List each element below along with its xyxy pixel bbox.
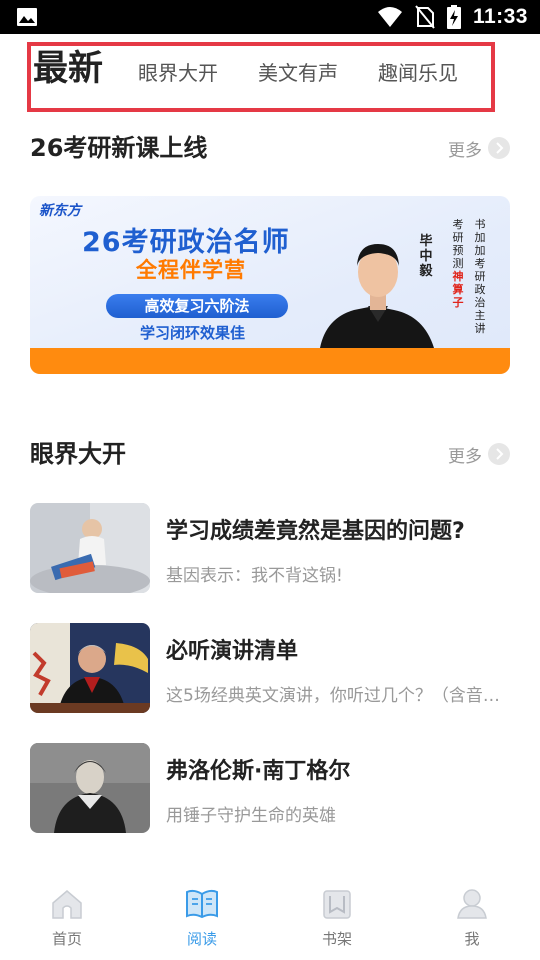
no-sim-icon: [415, 5, 435, 29]
wifi-icon: [377, 7, 402, 27]
article-title: 学习成绩差竟然是基因的问题?: [166, 519, 465, 544]
article-desc: 基因表示：我不背这锅!: [166, 566, 343, 586]
teacher-name: 毕中毅: [419, 234, 433, 279]
banner-side-text-2: 书加加考研政治主讲: [474, 218, 486, 335]
nav-bookshelf[interactable]: 书架: [287, 886, 387, 952]
chevron-right-icon: [488, 443, 510, 465]
tab-audio-essays[interactable]: 美文有声: [258, 46, 338, 108]
home-icon: [52, 890, 82, 919]
article-title: 弗洛伦斯·南丁格尔: [166, 759, 351, 784]
gallery-icon: [17, 8, 37, 26]
article-thumbnail: [30, 503, 150, 593]
user-icon: [457, 889, 487, 919]
list-item[interactable]: 必听演讲清单 这5场经典英文演讲，你听过几个？（含音频）: [30, 623, 510, 715]
course-banner[interactable]: 新东方 26考研政治名师 全程伴学营 高效复习六阶法 学习闭环效果佳 毕中毅 考…: [30, 196, 510, 374]
tab-fun-news[interactable]: 趣闻乐见: [378, 46, 458, 108]
nav-me-label: 我: [464, 930, 480, 948]
tab-latest[interactable]: 最新: [33, 46, 103, 108]
battery-charging-icon: [446, 5, 461, 29]
tab-horizon[interactable]: 眼界大开: [138, 46, 218, 108]
bottom-nav: 首页 阅读 书架 我: [0, 880, 540, 960]
course-section-header: 26考研新课上线 更多: [30, 131, 510, 165]
more-button[interactable]: 更多: [448, 135, 510, 161]
nav-bookshelf-label: 书架: [321, 930, 352, 948]
more-label: 更多: [448, 140, 482, 161]
article-title: 必听演讲清单: [166, 639, 299, 664]
bookshelf-icon: [323, 890, 351, 919]
nav-read[interactable]: 阅读: [152, 886, 252, 952]
section-title: 26考研新课上线: [30, 134, 208, 162]
nav-me[interactable]: 我: [422, 886, 522, 952]
nav-home-label: 首页: [51, 930, 82, 948]
list-item[interactable]: 学习成绩差竟然是基因的问题? 基因表示：我不背这锅!: [30, 503, 510, 595]
article-thumbnail: [30, 623, 150, 713]
status-bar: 11:33: [0, 0, 540, 34]
nav-read-label: 阅读: [186, 930, 217, 948]
article-thumbnail: [30, 743, 150, 833]
nav-home[interactable]: 首页: [17, 886, 117, 952]
status-time: 11:33: [472, 5, 528, 28]
more-label: 更多: [448, 446, 482, 467]
list-item[interactable]: 弗洛伦斯·南丁格尔 用锤子守护生命的英雄: [30, 743, 510, 835]
article-desc: 这5场经典英文演讲，你听过几个？（含音频）: [166, 686, 510, 706]
banner-subheadline: 全程伴学营: [136, 258, 246, 282]
more-button[interactable]: 更多: [448, 441, 510, 467]
banner-footer-strip: [30, 348, 510, 374]
brand-logo: 新东方: [39, 203, 81, 219]
horizon-section-header: 眼界大开 更多: [30, 437, 510, 471]
banner-tagline: 学习闭环效果佳: [140, 324, 246, 342]
book-open-icon: [186, 889, 218, 919]
banner-pill: 高效复习六阶法: [106, 294, 288, 318]
article-desc: 用锤子守护生命的英雄: [166, 806, 336, 826]
section-title: 眼界大开: [30, 440, 126, 468]
category-tabs: 最新 眼界大开 美文有声 趣闻乐见: [27, 42, 495, 112]
banner-side-text: 考研预测 神算子: [452, 218, 464, 309]
chevron-right-icon: [488, 137, 510, 159]
